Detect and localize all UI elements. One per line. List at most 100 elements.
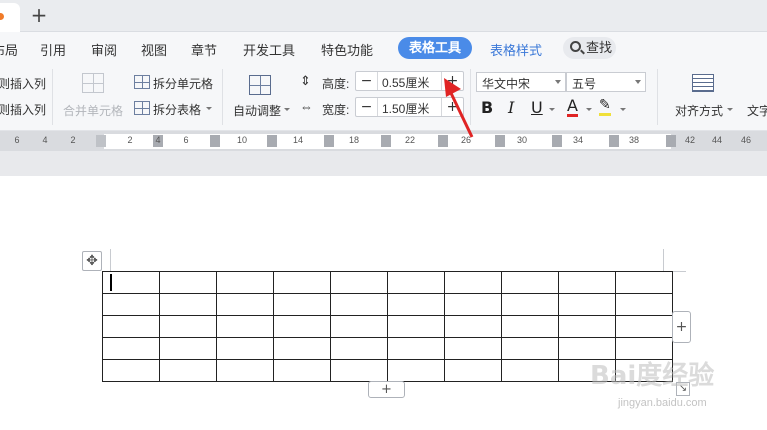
split-table-button[interactable]: 拆分表格 bbox=[153, 101, 201, 118]
add-row-plus-icon[interactable]: + bbox=[368, 381, 405, 398]
annotation-arrow-icon bbox=[444, 78, 474, 138]
chevron-down-icon bbox=[586, 108, 592, 111]
menu-references[interactable]: 引用 bbox=[40, 40, 66, 59]
menu-review[interactable]: 审阅 bbox=[91, 40, 117, 59]
font-family-select[interactable]: 华文中宋 bbox=[476, 72, 566, 92]
text-direction-button[interactable]: 文字 bbox=[747, 102, 767, 119]
table-cell[interactable] bbox=[102, 293, 160, 316]
table-cell[interactable] bbox=[501, 271, 559, 294]
bold-button[interactable]: B bbox=[481, 98, 493, 117]
search-label: 查找 bbox=[586, 40, 613, 55]
table-move-handle-icon[interactable]: ✥ bbox=[82, 251, 102, 271]
table-cell[interactable] bbox=[102, 315, 160, 338]
table-cell[interactable] bbox=[387, 271, 445, 294]
ribbon-toolbar: 则插入列 则插入列 合并单元格 拆分单元格 拆分表格 自动调整 ⇕ 高度: − … bbox=[0, 65, 767, 131]
table-cell[interactable] bbox=[444, 359, 502, 382]
table-cell[interactable] bbox=[159, 271, 217, 294]
table-cell[interactable] bbox=[273, 271, 331, 294]
table-cell[interactable] bbox=[444, 315, 502, 338]
table-cell[interactable] bbox=[615, 271, 673, 294]
tab-table-styles[interactable]: 表格样式 bbox=[490, 40, 542, 59]
search-button[interactable]: 查找 bbox=[563, 37, 616, 59]
italic-button[interactable]: I bbox=[508, 98, 514, 117]
table-cell[interactable] bbox=[615, 315, 673, 338]
table-cell[interactable] bbox=[330, 271, 388, 294]
font-size-select[interactable]: 五号 bbox=[566, 72, 646, 92]
table-cell[interactable] bbox=[159, 315, 217, 338]
table-cell[interactable] bbox=[330, 293, 388, 316]
divider bbox=[52, 69, 53, 125]
table-cell[interactable] bbox=[558, 315, 616, 338]
table-cell[interactable] bbox=[159, 293, 217, 316]
document-table[interactable] bbox=[102, 271, 673, 382]
title-tab-strip: + bbox=[0, 0, 767, 32]
table-cell[interactable] bbox=[216, 293, 274, 316]
height-decrease-button[interactable]: − bbox=[356, 72, 378, 90]
table-cell[interactable] bbox=[159, 359, 217, 382]
table-cell[interactable] bbox=[330, 359, 388, 382]
table-cell[interactable] bbox=[444, 337, 502, 360]
table-cell[interactable] bbox=[558, 271, 616, 294]
table-cell[interactable] bbox=[387, 315, 445, 338]
tab-table-tools[interactable]: 表格工具 bbox=[398, 37, 472, 59]
highlight-icon[interactable]: ✎ bbox=[599, 98, 611, 116]
table-cell[interactable] bbox=[273, 315, 331, 338]
table-cell[interactable] bbox=[330, 337, 388, 360]
new-tab-plus-icon[interactable]: + bbox=[28, 4, 50, 26]
table-cell[interactable] bbox=[501, 315, 559, 338]
document-tab[interactable] bbox=[0, 3, 20, 32]
ruler-number: 2 bbox=[70, 135, 76, 145]
table-cell[interactable] bbox=[102, 359, 160, 382]
height-value[interactable]: 0.55厘米 bbox=[382, 74, 429, 91]
ruler-number: 38 bbox=[628, 135, 640, 145]
menu-features[interactable]: 特色功能 bbox=[321, 40, 373, 59]
menu-developer[interactable]: 开发工具 bbox=[243, 40, 295, 59]
underline-button[interactable]: U bbox=[531, 98, 543, 117]
table-cell[interactable] bbox=[444, 293, 502, 316]
width-value[interactable]: 1.50厘米 bbox=[382, 100, 429, 117]
table-cell[interactable] bbox=[216, 271, 274, 294]
ruler-marker bbox=[324, 135, 334, 147]
width-decrease-button[interactable]: − bbox=[356, 98, 378, 116]
table-cell[interactable] bbox=[444, 271, 502, 294]
ruler-marker bbox=[495, 135, 505, 147]
auto-adjust-button[interactable]: 自动调整 bbox=[233, 102, 281, 119]
table-cell[interactable] bbox=[387, 359, 445, 382]
horizontal-ruler[interactable]: 6 4 2 2 4 6 10 14 18 22 26 30 34 38 42 4… bbox=[0, 131, 767, 151]
ruler-number: 30 bbox=[516, 135, 528, 145]
table-cell[interactable] bbox=[273, 359, 331, 382]
table-cell[interactable] bbox=[102, 337, 160, 360]
table-cell[interactable] bbox=[501, 337, 559, 360]
font-color-button[interactable]: A bbox=[567, 98, 578, 117]
table-cell[interactable] bbox=[330, 315, 388, 338]
merge-cells-button[interactable]: 合并单元格 bbox=[63, 102, 123, 119]
app-logo-icon bbox=[0, 13, 4, 20]
align-icon bbox=[692, 74, 714, 92]
table-cell[interactable] bbox=[159, 337, 217, 360]
table-cell[interactable] bbox=[558, 293, 616, 316]
table-cell[interactable] bbox=[387, 337, 445, 360]
table-cell[interactable] bbox=[501, 359, 559, 382]
ruler-number: 4 bbox=[42, 135, 48, 145]
split-cells-icon bbox=[134, 75, 150, 89]
chevron-down-icon bbox=[727, 108, 733, 111]
ruler-marker bbox=[267, 135, 277, 147]
insert-col-left-button[interactable]: 则插入列 bbox=[0, 75, 46, 92]
menu-view[interactable]: 视图 bbox=[141, 40, 167, 59]
table-cell[interactable] bbox=[387, 293, 445, 316]
table-cell[interactable] bbox=[501, 293, 559, 316]
split-cells-button[interactable]: 拆分单元格 bbox=[153, 75, 213, 92]
table-cell[interactable] bbox=[273, 293, 331, 316]
ruler-number: 2 bbox=[127, 135, 133, 145]
menu-layout[interactable]: 布局 bbox=[0, 40, 18, 59]
table-cell[interactable] bbox=[216, 337, 274, 360]
font-size-value: 五号 bbox=[572, 77, 597, 91]
menu-chapter[interactable]: 章节 bbox=[191, 40, 217, 59]
table-cell[interactable] bbox=[216, 359, 274, 382]
table-cell[interactable] bbox=[615, 293, 673, 316]
insert-col-right-button[interactable]: 则插入列 bbox=[0, 101, 46, 118]
align-button[interactable]: 对齐方式 bbox=[675, 102, 723, 119]
add-column-plus-icon[interactable]: + bbox=[672, 311, 691, 343]
table-cell[interactable] bbox=[273, 337, 331, 360]
table-cell[interactable] bbox=[216, 315, 274, 338]
